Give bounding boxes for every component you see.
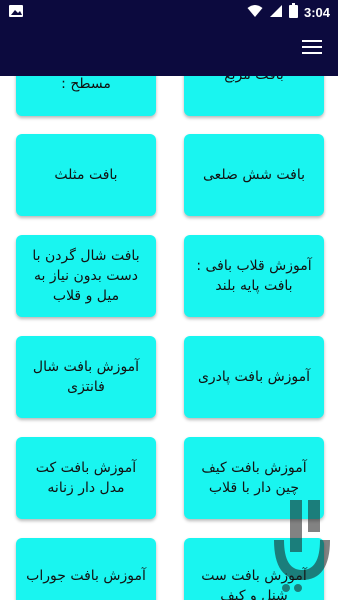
card-doormat-knit[interactable]: آموزش بافت پادری (184, 336, 324, 418)
wifi-icon (247, 3, 263, 22)
app-logo-watermark (268, 496, 334, 596)
battery-icon (288, 2, 298, 22)
signal-icon (269, 3, 283, 22)
status-time: 3:04 (303, 4, 330, 20)
card-flat-knit[interactable]: مسطح : (16, 76, 156, 116)
card-triangle-knit[interactable]: بافت مثلث (16, 134, 156, 216)
app-bar (0, 24, 338, 76)
status-bar: 3:04 (0, 0, 338, 24)
card-hand-knit-scarf[interactable]: بافت شال گردن با دست بدون نیاز به میل و … (16, 235, 156, 317)
card-socks[interactable]: آموزش بافت جوراب (16, 538, 156, 600)
image-icon (8, 3, 24, 22)
card-crochet-tall-stitch[interactable]: آموزش قلاب بافی : بافت پایه بلند (184, 235, 324, 317)
hamburger-menu-icon[interactable] (302, 40, 322, 60)
card-fancy-shawl[interactable]: آموزش بافت شال فانتزی (16, 336, 156, 418)
card-square-knit[interactable]: بافت مربع (184, 76, 324, 116)
card-hexagon-knit[interactable]: بافت شش ضلعی (184, 134, 324, 216)
card-womens-coat[interactable]: آموزش بافت کت مدل دار زنانه (16, 437, 156, 519)
